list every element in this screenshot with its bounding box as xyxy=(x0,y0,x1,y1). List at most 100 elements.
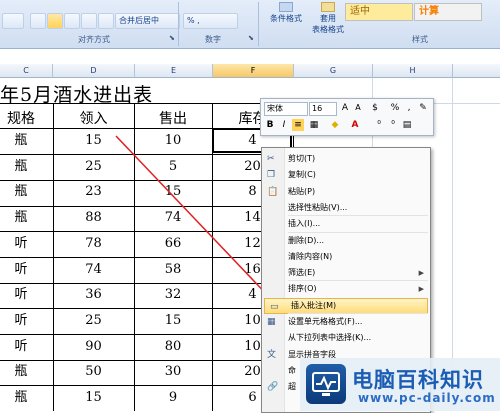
conditional-format-label: 条件格式 xyxy=(270,14,302,23)
table-cell-spec[interactable]: 听 xyxy=(0,334,42,359)
column-header-f[interactable]: F xyxy=(213,64,294,78)
table-cell-in[interactable]: 78 xyxy=(53,231,134,256)
grow-font-button[interactable]: A xyxy=(339,102,351,114)
table-cell-out[interactable]: 32 xyxy=(134,282,212,307)
font-size-box[interactable]: 16 xyxy=(309,102,337,116)
menu-item[interactable]: 📋 粘贴(P) xyxy=(262,184,430,200)
table-cell-spec[interactable]: 瓶 xyxy=(0,179,42,204)
shrink-font-button[interactable]: A xyxy=(352,102,364,114)
table-cell-in[interactable]: 15 xyxy=(53,128,134,153)
percent-button[interactable]: % xyxy=(389,102,401,114)
table-cell-spec[interactable]: 听 xyxy=(0,282,42,307)
table-cell-out[interactable]: 80 xyxy=(134,334,212,359)
table-cell-in[interactable]: 25 xyxy=(53,154,134,179)
table-cell-in[interactable]: 15 xyxy=(53,385,134,410)
border-icon[interactable]: ▦ xyxy=(308,119,320,131)
number-dialog-launcher-icon[interactable]: ⬊ xyxy=(248,34,254,42)
table-format-button[interactable]: 套用 表格格式 xyxy=(306,2,350,34)
menu-item[interactable]: 选择性粘贴(V)... xyxy=(262,200,430,216)
table-cell-out[interactable]: 5 xyxy=(134,154,212,179)
menu-item[interactable]: ❐ 复制(C) xyxy=(262,167,430,183)
watermark-main-text: 电脑百科知识 xyxy=(352,368,484,392)
font-name-box[interactable]: 宋体 xyxy=(264,102,308,116)
ribbon: 合并后居中 对齐方式 ⬊ % , 数字 ⬊ 条件格式 套用 表格格式 适中 计算… xyxy=(0,0,500,49)
number-format-button[interactable]: % , xyxy=(183,13,238,29)
menu-item-label: 粘贴(P) xyxy=(288,186,316,196)
paste-icon: 📋 xyxy=(267,186,279,197)
column-header-c[interactable]: C xyxy=(0,64,53,78)
table-cell-out[interactable]: 66 xyxy=(134,231,212,256)
style-calc[interactable]: 计算 xyxy=(414,3,482,21)
menu-item-label: 从下拉列表中选择(K)... xyxy=(288,333,372,343)
menu-item[interactable]: 插入(I)... xyxy=(262,216,430,232)
table-cell-spec[interactable]: 瓶 xyxy=(0,359,42,384)
menu-item[interactable]: 删除(D)... xyxy=(262,233,430,249)
column-header-i[interactable] xyxy=(453,64,500,78)
dialog-launcher-icon[interactable]: ⬊ xyxy=(169,34,175,42)
fill-color-icon[interactable]: ◆ xyxy=(329,119,341,131)
comma-button[interactable]: , xyxy=(403,102,415,114)
increase-decimal-icon[interactable]: ⁰ xyxy=(387,119,399,131)
decrease-decimal-icon[interactable]: ⁰ xyxy=(373,119,385,131)
table-cell-in[interactable]: 50 xyxy=(53,359,134,384)
column-header-d[interactable]: D xyxy=(53,64,135,78)
menu-item-label: 复制(C) xyxy=(288,170,316,180)
italic-button[interactable]: I xyxy=(278,119,290,131)
phonetic-icon: 文 xyxy=(267,349,277,360)
table-cell-spec[interactable]: 瓶 xyxy=(0,385,42,410)
table-cell-spec[interactable]: 听 xyxy=(0,257,42,282)
table-cell-out[interactable]: 10 xyxy=(134,128,212,153)
column-header-e[interactable]: E xyxy=(135,64,213,78)
format-cells-icon: ▦ xyxy=(267,317,276,327)
menu-item[interactable]: 排序(O) ▶ xyxy=(262,281,430,297)
merge-center-button[interactable]: 合并后居中 xyxy=(115,13,180,29)
grid-line xyxy=(0,103,294,104)
number-group-label: 数字 xyxy=(205,35,221,44)
table-format-icon xyxy=(321,2,335,12)
table-cell-spec[interactable]: 听 xyxy=(0,308,42,333)
table-cell-spec[interactable]: 瓶 xyxy=(0,154,42,179)
font-color-button[interactable]: A xyxy=(349,119,361,131)
menu-item[interactable]: ▭ 插入批注(M) xyxy=(264,297,428,314)
align-right-button[interactable] xyxy=(64,13,80,29)
table-cell-in[interactable]: 25 xyxy=(53,308,134,333)
watermark: 电脑百科知识 www.pc-daily.com xyxy=(300,358,500,411)
monitor-logo-icon xyxy=(306,364,346,404)
comment-icon: ▭ xyxy=(270,301,279,312)
menu-item[interactable]: ▦ 设置单元格格式(F)... xyxy=(262,314,430,330)
align-left-button[interactable] xyxy=(30,13,46,29)
merge-cells-icon[interactable]: ▤ xyxy=(401,119,413,131)
menu-item[interactable]: 从下拉列表中选择(K)... xyxy=(262,330,430,346)
center-align-button[interactable]: ≡ xyxy=(292,119,304,131)
table-cell-in[interactable]: 90 xyxy=(53,334,134,359)
table-cell-out[interactable]: 15 xyxy=(134,308,212,333)
table-cell-out[interactable]: 15 xyxy=(134,179,212,204)
table-cell-out[interactable]: 74 xyxy=(134,205,212,230)
text-direction-button[interactable] xyxy=(2,13,24,29)
conditional-format-button[interactable]: 条件格式 xyxy=(264,2,308,32)
style-medium[interactable]: 适中 xyxy=(345,3,413,21)
format-painter-icon[interactable]: ✎ xyxy=(417,102,429,114)
menu-item[interactable]: ✂ 剪切(T) xyxy=(262,151,430,167)
menu-item[interactable]: 清除内容(N) xyxy=(262,249,430,265)
align-center-button[interactable] xyxy=(47,13,63,29)
styles-group-label: 样式 xyxy=(412,35,428,44)
table-cell-in[interactable]: 74 xyxy=(53,257,134,282)
table-cell-out[interactable]: 9 xyxy=(134,385,212,410)
group-separator xyxy=(178,2,179,46)
indent-button[interactable] xyxy=(81,13,97,29)
table-cell-spec[interactable]: 瓶 xyxy=(0,205,42,230)
table-cell-in[interactable]: 36 xyxy=(53,282,134,307)
table-cell-in[interactable]: 23 xyxy=(53,179,134,204)
table-cell-out[interactable]: 30 xyxy=(134,359,212,384)
table-cell-out[interactable]: 58 xyxy=(134,257,212,282)
menu-item[interactable]: 筛选(E) ▶ xyxy=(262,265,430,281)
bold-button[interactable]: B xyxy=(264,119,276,131)
indent-increase-button[interactable] xyxy=(98,13,114,29)
table-cell-spec[interactable]: 瓶 xyxy=(0,128,42,153)
currency-button[interactable]: $ xyxy=(369,102,381,114)
table-cell-in[interactable]: 88 xyxy=(53,205,134,230)
table-cell-spec[interactable]: 听 xyxy=(0,231,42,256)
column-header-g[interactable]: G xyxy=(294,64,373,78)
column-header-h[interactable]: H xyxy=(373,64,453,78)
